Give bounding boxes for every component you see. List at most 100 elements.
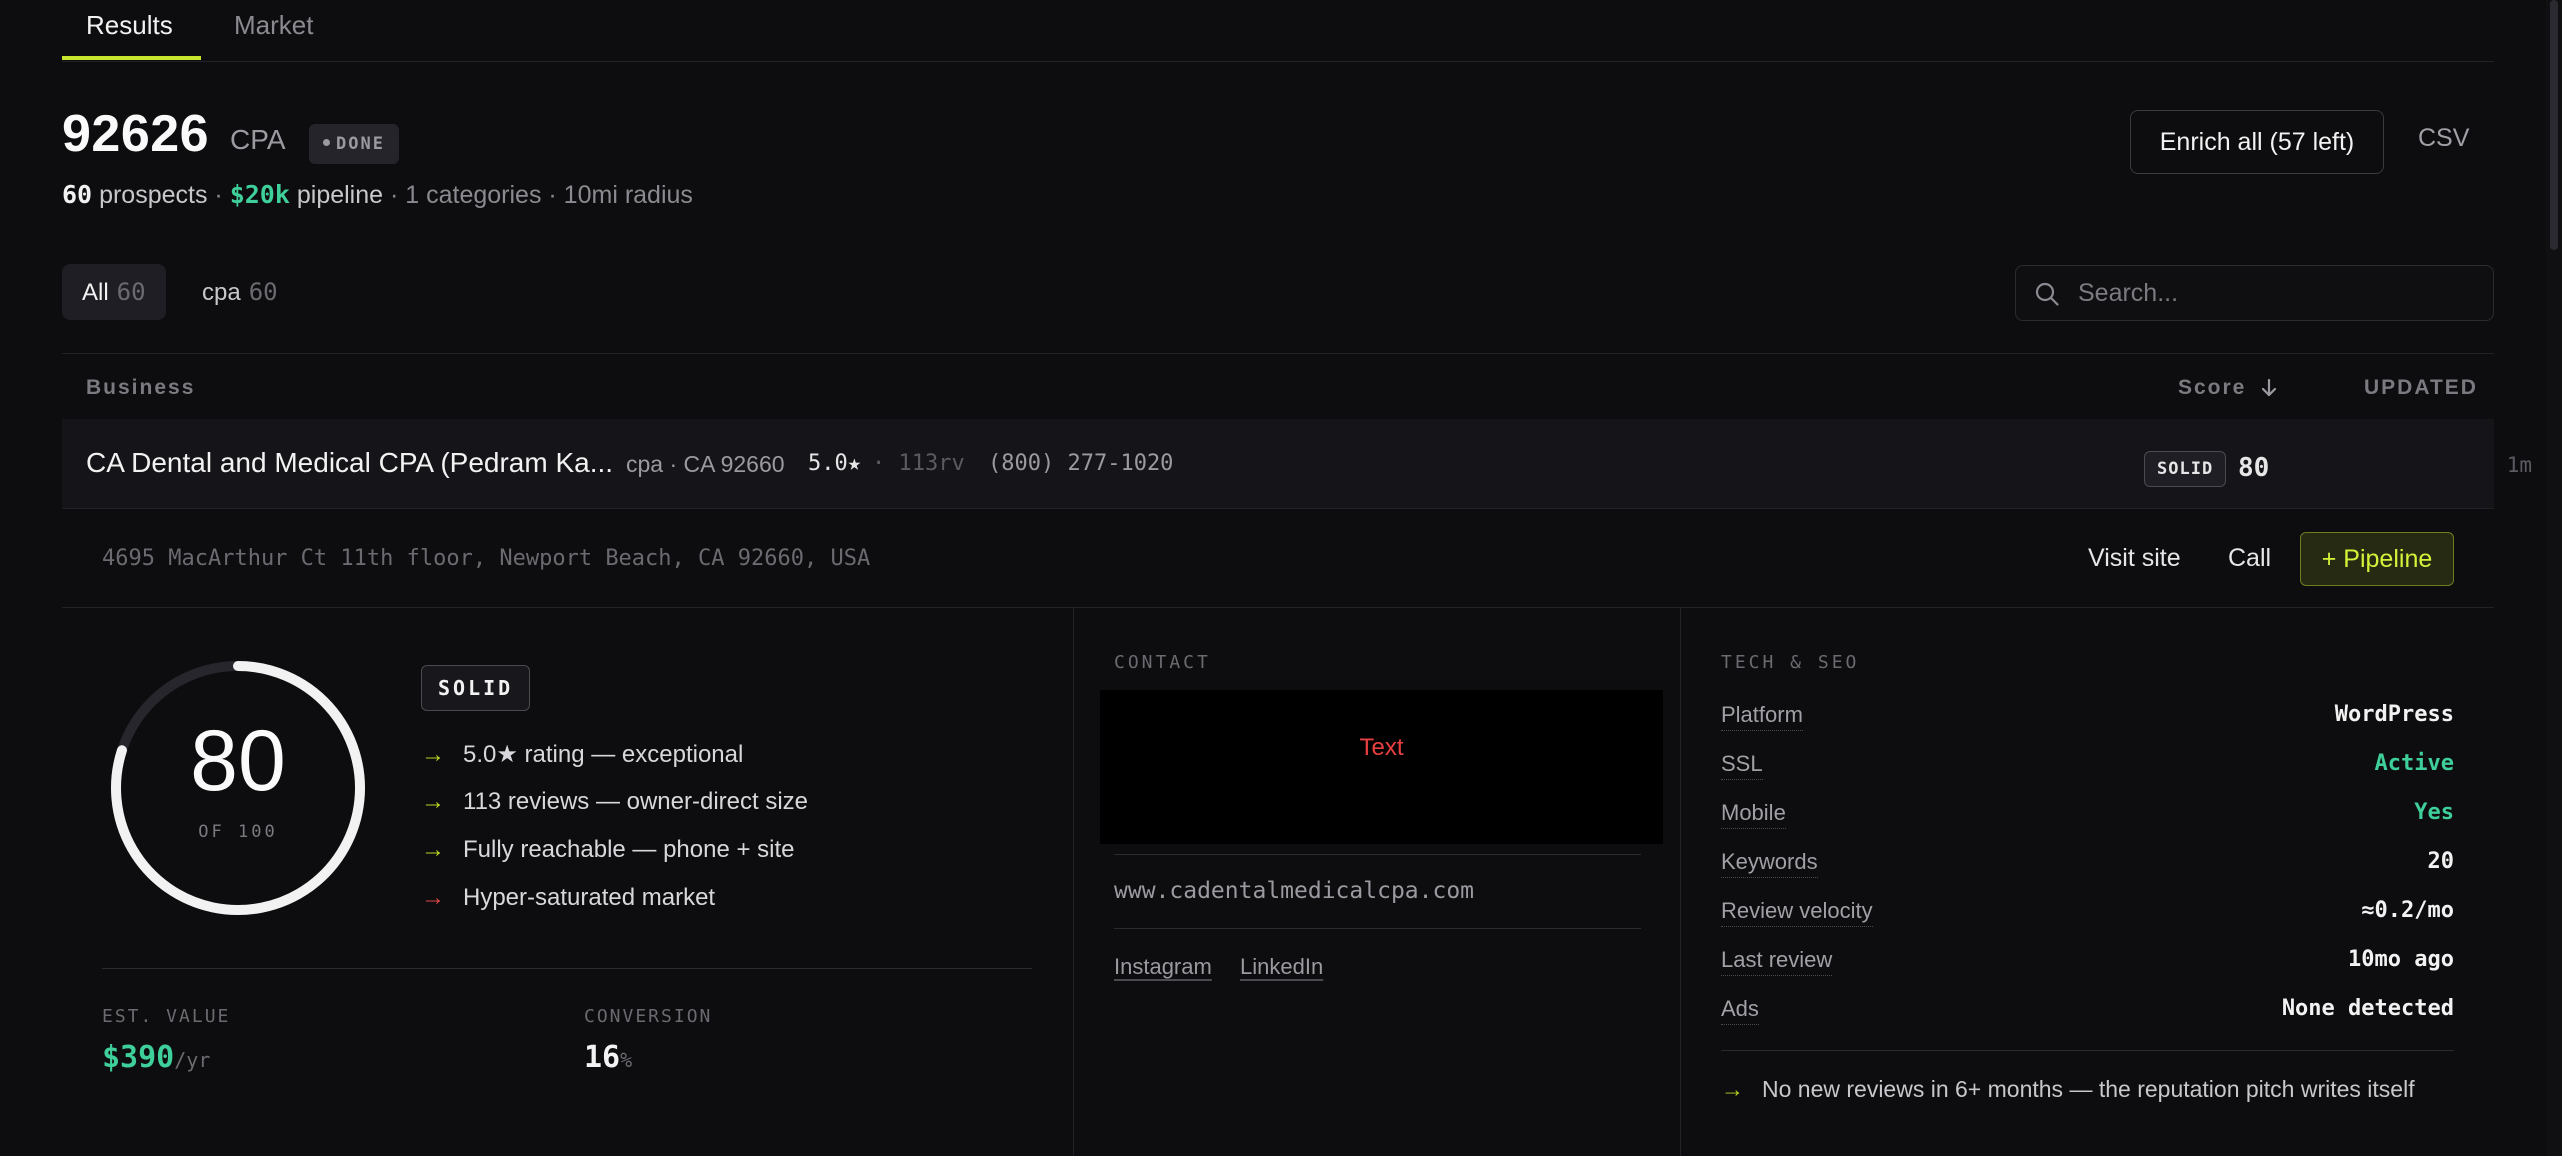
table-header: Business Score UPDATED — [62, 353, 2494, 419]
linkedin-link[interactable]: LinkedIn — [1240, 954, 1323, 980]
tech-value-ads: None detected — [2281, 996, 2454, 1021]
tech-key-keywords: Keywords — [1721, 849, 1818, 878]
tech-value-platform: WordPress — [2334, 702, 2454, 727]
conversion-value: 16% — [584, 1040, 632, 1075]
insight-tip: → No new reviews in 6+ months — the reput… — [1721, 1076, 2415, 1103]
search-icon — [2035, 282, 2059, 306]
business-address: 4695 MacArthur Ct 11th floor, Newport Be… — [102, 546, 871, 571]
business-meta: cpa · CA 92660 — [626, 451, 785, 477]
filter-chip-label: All — [82, 279, 109, 306]
status-badge: DONE — [309, 124, 399, 164]
est-value: $390/yr — [102, 1040, 210, 1075]
website-link[interactable]: www.cadentalmedicalcpa.com — [1114, 878, 1474, 904]
score-reason-text: Fully reachable — phone + site — [463, 836, 795, 863]
score-reason-text: 5.0★ rating — exceptional — [463, 741, 744, 768]
tab-market[interactable]: Market — [234, 10, 313, 41]
visit-site-button[interactable]: Visit site — [2088, 544, 2181, 573]
divider — [1114, 854, 1641, 855]
score-reason-item: → 5.0★ rating — exceptional — [421, 740, 743, 769]
est-value-amount: $390 — [102, 1040, 175, 1075]
conversion-unit: % — [620, 1048, 633, 1072]
tech-value-review-velocity: ≈0.2/mo — [2361, 898, 2454, 923]
arrow-right-icon: → — [421, 788, 445, 815]
score-reason-text: Hyper-saturated market — [463, 884, 716, 911]
active-tab-indicator — [62, 56, 201, 60]
contact-panel: CONTACT Text www.cadentalmedicalcpa.com … — [1074, 608, 1681, 1156]
filter-chip-label: cpa — [202, 279, 241, 306]
contact-section-label: CONTACT — [1114, 652, 1211, 673]
divider — [1721, 1050, 2454, 1051]
summary-separator: · — [214, 181, 223, 209]
score-reason-item: → Hyper-saturated market — [421, 884, 715, 912]
est-value-label: EST. VALUE — [102, 1006, 231, 1027]
tech-value-last-review: 10mo ago — [2348, 947, 2454, 972]
prospects-label: prospects — [99, 181, 208, 209]
tech-value-keywords: 20 — [2427, 849, 2455, 874]
gauge-of-label: OF 100 — [198, 822, 278, 842]
add-to-pipeline-button[interactable]: + Pipeline — [2300, 532, 2454, 586]
updated-time: 1m — [2506, 453, 2532, 477]
filter-chip-count: 60 — [116, 278, 146, 306]
tech-value-ssl: Active — [2374, 751, 2454, 776]
gauge-score-value: 80 — [190, 713, 286, 809]
status-dot-icon — [323, 139, 330, 147]
filter-chip-all[interactable]: All 60 — [62, 264, 166, 320]
csv-export-button[interactable]: CSV — [2418, 124, 2469, 153]
score-reason-item: → Fully reachable — phone + site — [421, 836, 795, 864]
tech-value-mobile: Yes — [2414, 800, 2454, 825]
sort-arrow-down-icon — [2262, 379, 2277, 397]
tier-badge: SOLID — [2144, 451, 2227, 487]
tech-key-mobile: Mobile — [1721, 800, 1786, 829]
status-badge-label: DONE — [336, 134, 385, 154]
score-reason-text: 113 reviews — owner-direct size — [463, 788, 809, 815]
score-value: 80 — [2238, 453, 2270, 483]
est-value-unit: /yr — [174, 1048, 211, 1072]
arrow-right-icon: → — [1721, 1076, 1744, 1102]
pipeline-label: pipeline — [296, 181, 384, 209]
instagram-link[interactable]: Instagram — [1114, 954, 1212, 980]
arrow-right-icon: → — [421, 741, 445, 768]
score-reason-item: → 113 reviews — owner-direct size — [421, 788, 808, 816]
pipeline-value: $20k — [229, 180, 290, 209]
business-name[interactable]: CA Dental and Medical CPA (Pedram Ka... — [86, 447, 613, 479]
column-header-updated[interactable]: UPDATED — [2364, 376, 2478, 400]
summary-line: 60 prospects · $20k pipeline · 1 categor… — [62, 180, 693, 210]
detail-address-bar: 4695 MacArthur Ct 11th floor, Newport Be… — [62, 510, 2494, 608]
column-header-score-label: Score — [2178, 376, 2247, 399]
call-button[interactable]: Call — [2228, 544, 2271, 573]
tech-key-ads: Ads — [1721, 996, 1759, 1025]
tech-section-label: TECH & SEO — [1721, 652, 1860, 673]
category-label: CPA — [230, 124, 286, 155]
tab-bar: Results Market — [62, 0, 2494, 62]
scrollbar-thumb[interactable] — [2550, 0, 2558, 250]
business-rating: 5.0★ — [808, 451, 861, 476]
search-input[interactable] — [2078, 266, 2478, 320]
enrich-all-button[interactable]: Enrich all (57 left) — [2130, 110, 2384, 174]
tech-key-last-review: Last review — [1721, 947, 1833, 976]
column-header-score[interactable]: Score — [2178, 376, 2278, 400]
tab-results[interactable]: Results — [86, 10, 173, 41]
business-review-count: · 113rv — [872, 451, 965, 476]
page-title-zip: 92626 — [62, 105, 210, 163]
contact-box-text: Text — [1359, 734, 1404, 761]
table-row[interactable]: CA Dental and Medical CPA (Pedram Ka... … — [62, 419, 2532, 509]
summary-rest: · 1 categories · 10mi radius — [390, 181, 693, 209]
business-phone: (800) 277-1020 — [988, 451, 1174, 476]
arrow-right-icon: → — [421, 884, 445, 911]
filter-chip-cpa[interactable]: cpa 60 — [182, 264, 298, 320]
tech-key-review-velocity: Review velocity — [1721, 898, 1873, 927]
insight-tip-text: No new reviews in 6+ months — the reputa… — [1762, 1076, 2415, 1102]
tech-seo-panel: TECH & SEO Platform WordPress SSL Active… — [1681, 608, 2494, 1156]
filter-chip-count: 60 — [248, 278, 278, 306]
arrow-right-icon: → — [421, 836, 445, 863]
prospects-count: 60 — [62, 180, 93, 209]
tech-key-ssl: SSL — [1721, 751, 1763, 780]
contact-info-box: Text — [1100, 690, 1663, 844]
divider — [102, 968, 1032, 969]
score-panel: 80 OF 100 SOLID → 5.0★ rating — exception… — [62, 608, 1074, 1156]
conversion-amount: 16 — [584, 1040, 621, 1075]
search-box — [2015, 265, 2494, 321]
tech-key-platform: Platform — [1721, 702, 1803, 731]
conversion-label: CONVERSION — [584, 1006, 713, 1027]
column-header-business[interactable]: Business — [86, 376, 195, 400]
